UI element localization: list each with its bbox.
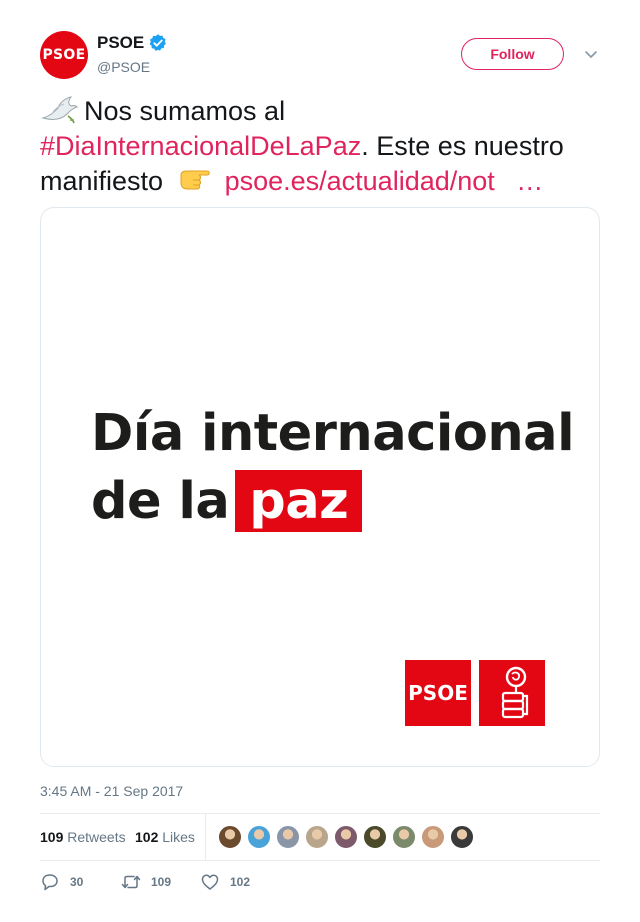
pointing-hand-icon: [180, 170, 210, 190]
tweet-link[interactable]: psoe.es/actualidad/not: [225, 166, 495, 196]
tweet-text: Nos sumamos al #DiaInternacionalDeLaPaz.…: [40, 94, 600, 199]
liker-avatar[interactable]: [276, 825, 300, 849]
hashtag-link[interactable]: #DiaInternacionalDeLaPaz: [40, 131, 361, 161]
psoe-logo: PSOE: [405, 660, 471, 726]
like-button[interactable]: 102: [200, 872, 250, 892]
likes-label: Likes: [162, 829, 195, 845]
fist-rose-logo-icon: [479, 660, 545, 726]
liker-avatar[interactable]: [247, 825, 271, 849]
poster-title-line2: de la paz: [91, 470, 363, 532]
avatar-text: PSOE: [42, 47, 86, 63]
liker-avatar[interactable]: [305, 825, 329, 849]
likes-stat[interactable]: 102 Likes: [135, 829, 195, 845]
reply-icon: [42, 874, 58, 891]
liker-avatar[interactable]: [450, 825, 474, 849]
stats-separator: [205, 814, 206, 860]
poster-title-prefix: de la: [91, 471, 230, 531]
dove-icon: [41, 96, 78, 124]
liker-avatar[interactable]: [218, 825, 242, 849]
liker-avatar[interactable]: [363, 825, 387, 849]
verified-badge-icon: [149, 34, 167, 51]
retweets-stat[interactable]: 109 Retweets: [40, 829, 126, 845]
author-name-row: PSOE: [97, 33, 168, 53]
tweet-header: PSOE PSOE @PSOE Follow: [40, 31, 602, 79]
author-handle[interactable]: @PSOE: [97, 59, 150, 75]
retweet-icon: [121, 875, 141, 889]
tweet-text-part1: Nos sumamos al: [84, 96, 286, 126]
liker-avatars: [218, 825, 479, 849]
poster-title-highlight: paz: [235, 470, 363, 532]
liker-avatar[interactable]: [421, 825, 445, 849]
liker-avatar[interactable]: [334, 825, 358, 849]
reply-count: 30: [70, 875, 84, 889]
tweet-timestamp[interactable]: 3:45 AM - 21 Sep 2017: [40, 783, 183, 799]
psoe-logo-text: PSOE: [408, 681, 468, 705]
tweet-media-image[interactable]: Día internacional de la paz PSOE: [40, 207, 600, 767]
chevron-down-icon[interactable]: [584, 47, 598, 61]
heart-icon: [201, 874, 219, 890]
avatar[interactable]: PSOE: [40, 31, 88, 79]
retweet-count: 109: [151, 875, 172, 889]
tweet-stats: 109 Retweets 102 Likes: [40, 814, 600, 860]
likes-count: 102: [135, 829, 159, 845]
retweet-button[interactable]: 109: [121, 872, 171, 892]
like-count: 102: [230, 875, 251, 889]
retweets-count: 109: [40, 829, 64, 845]
tweet-link-ellipsis[interactable]: …: [516, 166, 543, 196]
reply-button[interactable]: 30: [40, 872, 83, 892]
poster-title-line1: Día internacional: [91, 404, 575, 463]
liker-avatar[interactable]: [392, 825, 416, 849]
divider: [40, 860, 600, 861]
retweets-label: Retweets: [67, 829, 126, 845]
author-name[interactable]: PSOE: [97, 33, 144, 53]
follow-button[interactable]: Follow: [461, 38, 564, 70]
